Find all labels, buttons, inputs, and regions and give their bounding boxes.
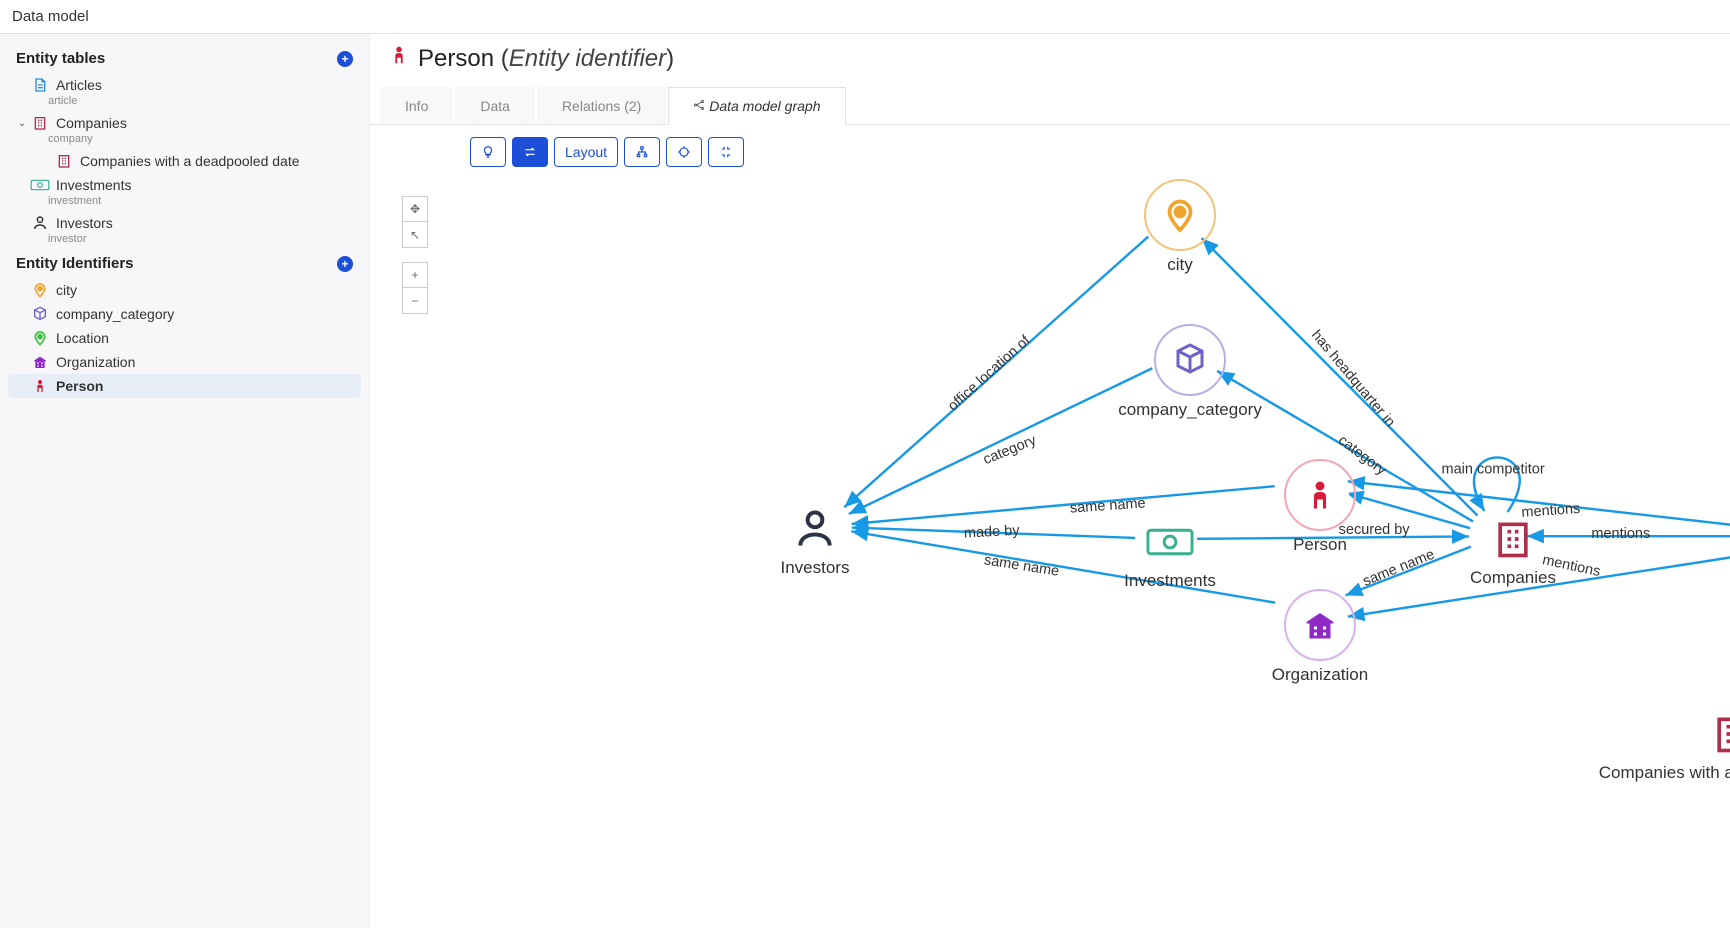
sidebar-item-label: Investments [56, 177, 131, 193]
node-label: company_category [1118, 400, 1262, 420]
add-table-button[interactable]: + [337, 51, 353, 67]
org-icon [30, 354, 50, 370]
sidebar: Entity tables + Articles article ⌄ Companie… [0, 34, 370, 928]
file-icon [30, 77, 50, 93]
chevron-icon: ⌄ [16, 118, 28, 129]
tab-label: Relations (2) [562, 98, 641, 114]
edge-label: office location of [945, 332, 1034, 414]
section-entity-identifiers: Entity Identifiers + [8, 249, 361, 278]
node-label: Person [1293, 535, 1347, 555]
sidebar-item-investors[interactable]: Investors [8, 211, 361, 235]
tab-info[interactable]: Info [380, 87, 453, 124]
sidebar-item-label: Articles [56, 77, 102, 93]
heading-type: Entity identifier [509, 45, 666, 73]
node-label: Investments [1124, 571, 1216, 591]
tab-relations-[interactable]: Relations (2) [537, 87, 666, 124]
sidebar-item-sublabel: investment [48, 195, 361, 207]
tab-label: Data [480, 98, 510, 114]
node-label: city [1167, 255, 1193, 275]
node-investors[interactable]: Investors [765, 504, 865, 578]
node-label: Investors [781, 558, 850, 578]
sidebar-item-sublabel: article [48, 95, 361, 107]
sidebar-item-sublabel: company [48, 133, 361, 145]
sidebar-item-label: Person [56, 378, 103, 394]
cube-icon [30, 306, 50, 322]
sidebar-item-location[interactable]: Location [8, 326, 361, 350]
sidebar-item-company_category[interactable]: company_category [8, 302, 361, 326]
sidebar-item-organization[interactable]: Organization [8, 350, 361, 374]
content-area: Person ( Entity identifier ) Info Data Rel… [370, 34, 1730, 928]
sidebar-item-person[interactable]: Person [8, 374, 361, 398]
edge-label: made by [964, 523, 1021, 542]
edge-label: mentions [1591, 526, 1650, 542]
tab-label: Data model graph [709, 98, 820, 114]
building-icon [54, 153, 74, 169]
heading-paren: ) [666, 45, 674, 73]
section-entity-tables: Entity tables + [8, 44, 361, 73]
edge-label: same name [1361, 547, 1437, 590]
node-company_category[interactable]: company_category [1140, 324, 1240, 420]
content-heading: Person ( Entity identifier ) [370, 34, 1730, 83]
pin-icon [30, 330, 50, 346]
sidebar-item-child[interactable]: Companies with a deadpooled date [8, 149, 361, 173]
edge-label: same name [1069, 495, 1146, 516]
sidebar-item-label: Organization [56, 354, 135, 370]
heading-entity: Person [418, 45, 494, 73]
node-cwd[interactable]: Companies with a deadpooled date [1682, 709, 1730, 783]
sidebar-item-label: Companies [56, 115, 127, 131]
sidebar-item-label: Investors [56, 215, 113, 231]
tab-data-model-graph[interactable]: Data model graph [668, 87, 845, 125]
section-label: Entity Identifiers [16, 255, 134, 272]
sidebar-item-label: Location [56, 330, 109, 346]
sidebar-item-label: company_category [56, 306, 174, 322]
node-label: Companies with a deadpooled date [1599, 763, 1730, 783]
heading-paren: ( [501, 45, 509, 73]
tab-data[interactable]: Data [455, 87, 535, 124]
sidebar-item-label: Companies with a deadpooled date [80, 153, 300, 169]
page-title: Data model [0, 0, 1730, 34]
sidebar-item-city[interactable]: city [8, 278, 361, 302]
node-label: Companies [1470, 568, 1556, 588]
graph-canvas[interactable]: office location of has headquarter in cate… [370, 154, 1730, 928]
sidebar-item-sublabel: investor [48, 233, 361, 245]
sidebar-item-investments[interactable]: Investments [8, 173, 361, 197]
node-person[interactable]: Person [1270, 459, 1370, 555]
building-icon [30, 115, 50, 131]
money-icon [30, 177, 50, 193]
pin-icon [30, 282, 50, 298]
tab-label: Info [405, 98, 428, 114]
node-label: Organization [1272, 665, 1368, 685]
add-identifier-button[interactable]: + [337, 256, 353, 272]
edge-label: main competitor [1442, 461, 1545, 477]
person-outline-icon [30, 215, 50, 231]
node-investments[interactable]: Investments [1120, 517, 1220, 591]
person-icon [388, 44, 410, 73]
node-city[interactable]: city [1130, 179, 1230, 275]
edge-label: category [981, 432, 1039, 468]
sidebar-item-articles[interactable]: Articles [8, 73, 361, 97]
edge-label: has headquarter in [1308, 327, 1398, 430]
sidebar-item-companies[interactable]: ⌄ Companies [8, 111, 361, 135]
sidebar-item-label: city [56, 282, 77, 298]
section-label: Entity tables [16, 50, 105, 67]
person-icon [30, 378, 50, 394]
edge-label: same name [983, 552, 1060, 580]
node-organization[interactable]: Organization [1270, 589, 1370, 685]
node-companies[interactable]: Companies [1463, 514, 1563, 588]
tabs: Info Data Relations (2) Data model graph [370, 87, 1730, 125]
